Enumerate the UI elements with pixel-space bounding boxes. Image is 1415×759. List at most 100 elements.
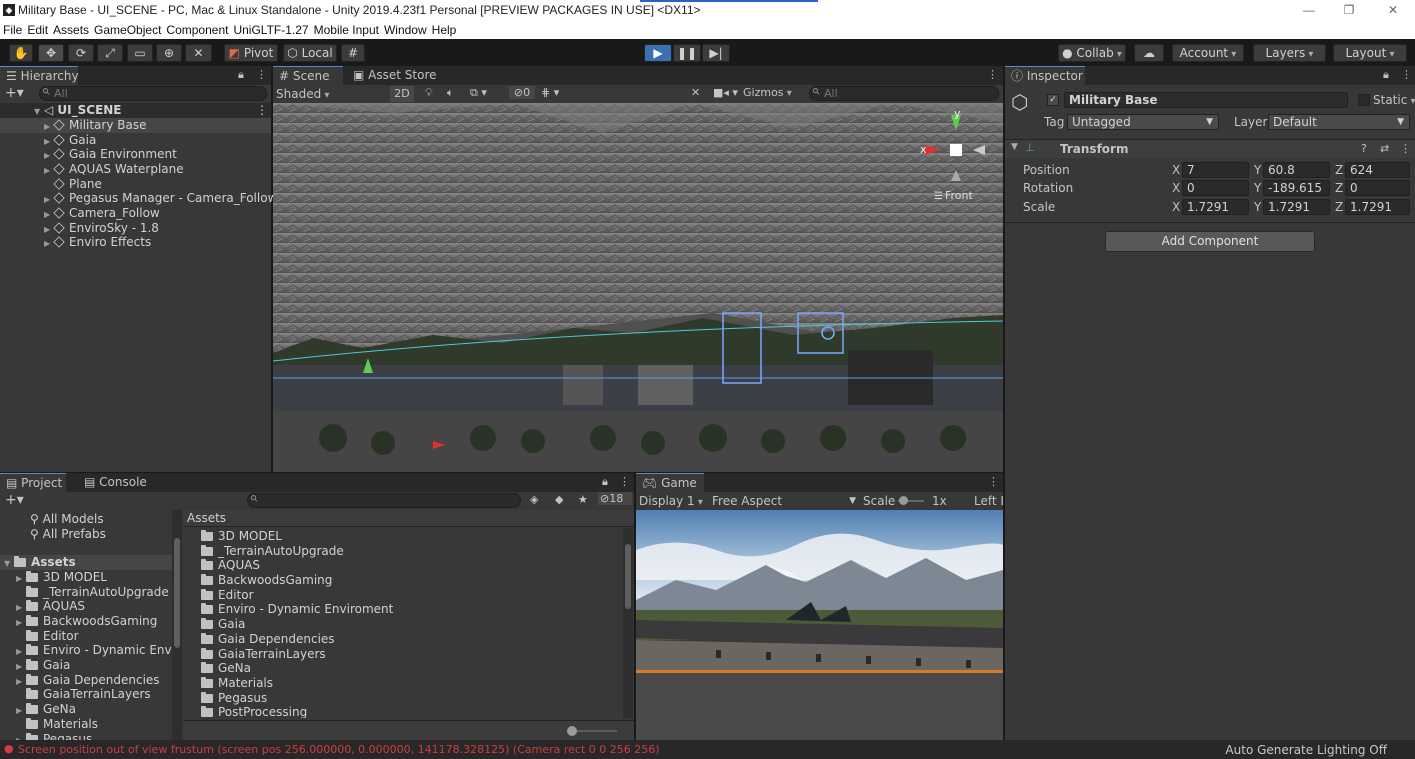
asset-folder-item[interactable]: GaiaTerrainLayers: [201, 647, 326, 662]
tree-folder-item[interactable]: ▶ 3D MODEL: [16, 570, 107, 585]
hierarchy-item[interactable]: ▶ AQUAS Waterplane: [0, 162, 184, 177]
menu-gameobject[interactable]: GameObject: [94, 21, 161, 39]
favorite-star-icon[interactable]: ★: [578, 493, 588, 506]
maximize-button[interactable]: ❐: [1336, 2, 1362, 18]
game-kebab-icon[interactable]: ⋮: [988, 475, 999, 488]
tree-folder-item[interactable]: GaiaTerrainLayers: [26, 687, 151, 702]
play-button[interactable]: ▶: [644, 44, 672, 62]
asset-folder-item[interactable]: BackwoodsGaming: [201, 573, 332, 588]
transform-header[interactable]: ▼ ⊥ Transform ? ⇄ ⋮: [1005, 139, 1415, 158]
tab-game[interactable]: 🎮︎ Game: [636, 473, 704, 492]
grid-toggle-icon[interactable]: ⋕ ▾: [541, 86, 559, 99]
hierarchy-item[interactable]: ▶ Camera_Follow: [0, 206, 160, 221]
asset-list-scrollbar[interactable]: [623, 528, 633, 718]
layers-dropdown[interactable]: Layers: [1253, 44, 1326, 62]
assets-root-row[interactable]: ▼ Assets: [0, 555, 172, 570]
filter-label-icon[interactable]: ◆: [555, 493, 563, 506]
tree-folder-item[interactable]: ▶ Pegasus: [16, 732, 92, 740]
move-tool-icon[interactable]: ✥: [38, 44, 64, 62]
asset-folder-item[interactable]: Enviro - Dynamic Enviroment: [201, 602, 393, 617]
hand-tool-icon[interactable]: ✋: [9, 44, 33, 62]
menu-component[interactable]: Component: [166, 21, 228, 39]
rotation-y-field[interactable]: -189.615: [1263, 180, 1330, 196]
scene-search-input[interactable]: All: [809, 86, 999, 101]
hierarchy-item[interactable]: ▶ Enviro Effects: [0, 235, 151, 250]
lock-icon[interactable]: 🔒︎: [238, 68, 244, 82]
2d-toggle[interactable]: 2D: [390, 86, 414, 102]
hierarchy-item[interactable]: ▶ Gaia Environment: [0, 147, 177, 162]
hierarchy-item[interactable]: ▶ Gaia: [0, 133, 96, 148]
rotation-z-field[interactable]: 0: [1345, 180, 1410, 196]
custom-tool-icon[interactable]: ✕: [185, 44, 212, 62]
tab-console[interactable]: ▤ Console: [78, 473, 147, 492]
create-plus-icon[interactable]: +▾: [5, 85, 24, 101]
camera-settings-icon[interactable]: ■◂ ▾: [713, 86, 738, 99]
game-viewport[interactable]: [636, 510, 1003, 740]
layout-dropdown[interactable]: Layout: [1333, 44, 1407, 62]
hierarchy-item[interactable]: ▶ Pegasus Manager - Camera_Follow: [0, 191, 277, 206]
account-dropdown[interactable]: Account: [1172, 44, 1244, 62]
tree-folder-item[interactable]: ▶ Enviro - Dynamic Enviro: [16, 643, 172, 658]
display-dropdown[interactable]: Display 1: [639, 493, 703, 511]
transform-tool-icon[interactable]: ⊕: [156, 44, 182, 62]
scene-lighting-icon[interactable]: 💡︎: [425, 86, 433, 100]
tab-inspector[interactable]: ⓘ Inspector: [1005, 66, 1085, 85]
menu-assets[interactable]: Assets: [53, 21, 89, 39]
hidden-objects-toggle[interactable]: ⊘0: [509, 86, 535, 99]
hierarchy-item[interactable]: ▶ EnviroSky - 1.8: [0, 221, 159, 236]
position-x-field[interactable]: 7: [1182, 162, 1249, 178]
scale-z-field[interactable]: 1.7291: [1345, 199, 1410, 215]
inspector-kebab-icon[interactable]: ⋮: [1401, 68, 1412, 81]
position-y-field[interactable]: 60.8: [1263, 162, 1330, 178]
inspector-lock-icon[interactable]: 🔒︎: [1383, 68, 1389, 82]
active-checkbox[interactable]: ✓: [1047, 94, 1059, 106]
asset-folder-item[interactable]: 3D MODEL: [201, 529, 282, 544]
asset-folder-item[interactable]: AQUAS: [201, 558, 260, 573]
menu-edit[interactable]: Edit: [27, 21, 48, 39]
tree-folder-item[interactable]: Materials: [26, 717, 98, 732]
breadcrumb-assets[interactable]: Assets: [187, 511, 226, 525]
asset-list-scrollbar-thumb[interactable]: [625, 544, 631, 609]
cloud-icon[interactable]: ☁: [1134, 44, 1164, 62]
asset-folder-item[interactable]: Gaia Dependencies: [201, 632, 335, 647]
rotate-tool-icon[interactable]: ⟳: [68, 44, 94, 62]
project-kebab-icon[interactable]: ⋮: [619, 475, 630, 488]
scale-tool-icon[interactable]: ⤢: [97, 44, 123, 62]
hierarchy-item[interactable]: Plane: [0, 177, 102, 192]
favorite-item[interactable]: ⚲ All Models: [30, 512, 104, 527]
rect-tool-icon[interactable]: ▭: [127, 44, 153, 62]
scene-kebab-icon[interactable]: ⋮: [256, 103, 268, 118]
aspect-dropdown[interactable]: Free Aspect ▼: [712, 493, 856, 509]
tab-asset-store[interactable]: ▣ Asset Store: [347, 66, 437, 85]
menu-unigltf[interactable]: UniGLTF-1.27: [233, 21, 308, 39]
project-lock-icon[interactable]: 🔒︎: [602, 475, 608, 489]
local-toggle[interactable]: ⬡ Local: [283, 44, 337, 62]
help-icon[interactable]: ?: [1361, 142, 1367, 155]
kebab-menu-icon[interactable]: ⋮: [256, 68, 267, 81]
object-name-field[interactable]: Military Base: [1064, 92, 1348, 108]
tree-scrollbar-thumb[interactable]: [174, 538, 180, 648]
scene-kebab-menu-icon[interactable]: ⋮: [987, 68, 998, 81]
auto-lighting-status[interactable]: Auto Generate Lighting Off: [1225, 743, 1387, 757]
menu-file[interactable]: File: [3, 21, 22, 39]
shading-mode-dropdown[interactable]: Shaded: [276, 86, 382, 102]
asset-folder-item[interactable]: Materials: [201, 676, 273, 691]
hierarchy-item[interactable]: ▶ Military Base: [0, 118, 271, 133]
component-kebab-icon[interactable]: ⋮: [1400, 142, 1411, 155]
grid-snap-icon[interactable]: #: [341, 44, 365, 62]
gizmos-dropdown[interactable]: Gizmos: [743, 86, 792, 99]
status-error-message[interactable]: Screen position out of view frustum (scr…: [18, 743, 660, 756]
tree-folder-item[interactable]: ▶ BackwoodsGaming: [16, 614, 157, 629]
collab-dropdown[interactable]: ● Collab: [1058, 44, 1126, 62]
pivot-toggle[interactable]: ◩ Pivot: [224, 44, 278, 62]
tag-dropdown[interactable]: Untagged ▼: [1067, 114, 1219, 130]
tab-scene[interactable]: # Scene: [273, 66, 343, 85]
scale-slider-thumb[interactable]: [899, 496, 908, 505]
preset-icon[interactable]: ⇄: [1380, 142, 1389, 155]
scene-tools-icon[interactable]: ✕: [691, 86, 700, 99]
project-create-plus-icon[interactable]: +▾: [5, 492, 24, 508]
menu-window[interactable]: Window: [384, 21, 427, 39]
scale-x-field[interactable]: 1.7291: [1182, 199, 1249, 215]
asset-folder-item[interactable]: GeNa: [201, 661, 251, 676]
tree-folder-item[interactable]: ▶ AQUAS: [16, 599, 85, 614]
